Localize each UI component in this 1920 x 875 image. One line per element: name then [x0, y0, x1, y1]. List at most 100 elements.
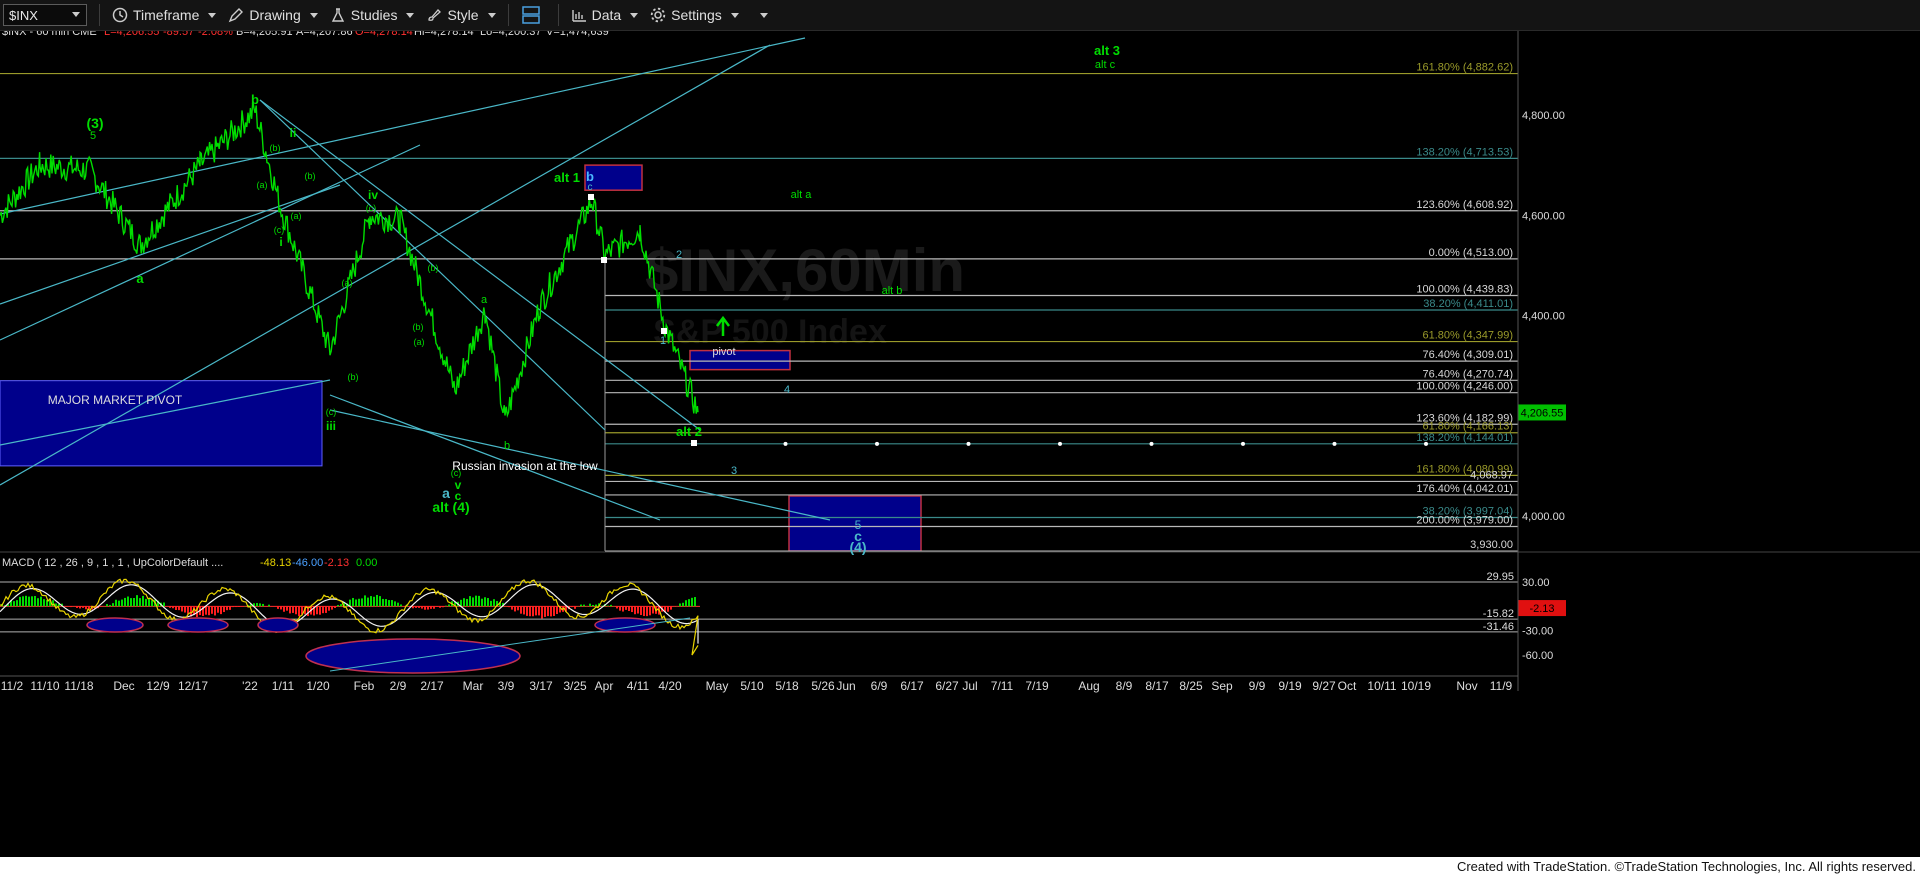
time-tick-label: 5/18	[775, 679, 799, 693]
toolbar-divider	[99, 4, 100, 26]
time-tick-label: '22	[242, 679, 258, 693]
header-field: A=4,207.86	[296, 31, 353, 38]
wave-label: (b)	[428, 263, 439, 273]
clock-icon	[112, 7, 128, 23]
divergence-ellipse	[167, 617, 229, 633]
fib-label: 38.20% (4,411.01)	[1423, 298, 1513, 310]
time-tick-label: 10/11	[1367, 679, 1396, 693]
chevron-down-icon	[72, 12, 80, 17]
timeframe-button[interactable]: Timeframe	[112, 7, 217, 23]
macd-tick-label: -60.00	[1522, 650, 1553, 662]
time-tick-label: 11/2	[1, 679, 24, 693]
fib-label: 76.40% (4,270.74)	[1422, 368, 1513, 380]
wave-label: 1	[660, 335, 666, 347]
wave-label: 5	[90, 130, 96, 142]
projection-dot	[1058, 441, 1062, 446]
wave-label: alt 1	[554, 170, 580, 185]
fib-label: 138.20% (4,144.01)	[1416, 432, 1513, 444]
header-field: -89.57	[163, 31, 194, 38]
time-tick-label: 12/17	[178, 679, 208, 693]
time-tick-label: 4/20	[658, 679, 682, 693]
pivot-box	[689, 349, 791, 371]
wave-label: (b)	[348, 372, 359, 382]
header-field: V=1,474,639	[546, 31, 609, 38]
settings-label: Settings	[671, 7, 722, 23]
overflow-menu[interactable]	[751, 12, 768, 18]
divergence-ellipse	[594, 617, 656, 633]
chevron-down-icon	[730, 12, 739, 18]
projection-dot	[875, 441, 879, 446]
chevron-down-icon	[208, 12, 217, 18]
time-tick-label: 11/10	[30, 679, 59, 693]
time-tick-label: Mar	[463, 679, 484, 693]
time-tick-label: 5/26	[811, 679, 835, 693]
fib-label: 61.80% (4,347.99)	[1422, 330, 1513, 342]
chart-canvas: $INX,60Min S&P 500 Index 161.80% (4,882.6…	[0, 31, 1920, 693]
chart-watermark-title: $INX,60Min	[645, 237, 965, 304]
wave-label: iv	[368, 188, 378, 202]
pivot-marker	[601, 257, 607, 263]
time-tick-label: 4/11	[627, 679, 650, 693]
time-tick-label: 6/17	[900, 679, 924, 693]
data-button[interactable]: Data	[571, 7, 639, 23]
wave-label: alt 3	[1094, 43, 1120, 58]
bars-icon	[571, 10, 586, 22]
studies-button[interactable]: Studies	[330, 7, 415, 23]
time-tick-label: Dec	[113, 679, 134, 693]
projection-dot	[783, 441, 788, 446]
symbol-value: $INX	[9, 7, 38, 23]
macd-tick-label: 30.00	[1522, 577, 1550, 589]
toolbar-divider	[557, 4, 559, 26]
settings-button[interactable]: Settings	[650, 7, 739, 23]
flask-icon	[331, 8, 344, 22]
header-field: O=4,278.14	[355, 31, 413, 38]
wave-label: (b)	[270, 143, 281, 153]
timeframe-label: Timeframe	[133, 7, 200, 23]
wave-label: alt (4)	[432, 499, 469, 515]
fib-label: 76.40% (4,309.01)	[1422, 349, 1513, 361]
wave-label: ii	[290, 126, 297, 140]
fib-label: 0.00% (4,513.00)	[1429, 247, 1513, 259]
chevron-down-icon	[309, 12, 318, 18]
wave-label: Russian invasion at the low	[452, 459, 598, 473]
style-button[interactable]: Style	[426, 7, 496, 23]
pivot-marker	[661, 328, 667, 334]
layout-button[interactable]	[521, 5, 546, 25]
wave-label: 4	[784, 384, 790, 396]
time-tick-label: 11/18	[64, 679, 93, 693]
time-tick-label: 10/19	[1401, 679, 1431, 693]
gear-icon	[650, 7, 666, 23]
drawing-button[interactable]: Drawing	[228, 7, 318, 23]
wave-label: a	[136, 271, 144, 286]
price-tick-label: 4,400.00	[1522, 311, 1565, 323]
macd-readout-value: 0.00	[356, 557, 377, 569]
time-tick-label: 9/9	[1249, 679, 1266, 693]
macd-level-label: -31.46	[1483, 621, 1514, 633]
wave-label: alt b	[882, 285, 903, 297]
wave-label: (a)	[342, 278, 353, 288]
time-tick-label: May	[706, 679, 729, 693]
wave-label: b	[504, 440, 510, 452]
time-tick-label: Jun	[836, 679, 855, 693]
fib-label: 200.00% (3,979.00)	[1416, 515, 1513, 527]
fib-label: 100.00% (4,246.00)	[1416, 381, 1513, 393]
header-field: Lo=4,200.37	[480, 31, 541, 38]
symbol-selector[interactable]: $INX	[3, 4, 87, 26]
time-tick-label: 8/25	[1179, 679, 1203, 693]
price-tick-label: 4,600.00	[1522, 210, 1565, 222]
toolbar: $INX Timeframe Drawing Studies Style Dat…	[0, 0, 1920, 31]
time-tick-label: 1/11	[272, 679, 295, 693]
wave-label: (4)	[849, 539, 866, 555]
divergence-ellipse	[257, 617, 299, 633]
time-tick-label: Jul	[962, 679, 977, 693]
wave-label: a	[481, 294, 488, 306]
chevron-down-icon	[487, 12, 496, 18]
wave-label: alt c	[1095, 59, 1116, 71]
time-tick-label: 2/17	[420, 679, 444, 693]
time-tick-label: 12/9	[146, 679, 170, 693]
wave-label: iii	[326, 419, 336, 433]
wave-label: alt a	[791, 189, 813, 201]
chart-window: $INX Timeframe Drawing Studies Style Dat…	[0, 0, 1920, 875]
wave-label: (a)	[414, 337, 425, 347]
pencil-icon	[229, 8, 244, 23]
